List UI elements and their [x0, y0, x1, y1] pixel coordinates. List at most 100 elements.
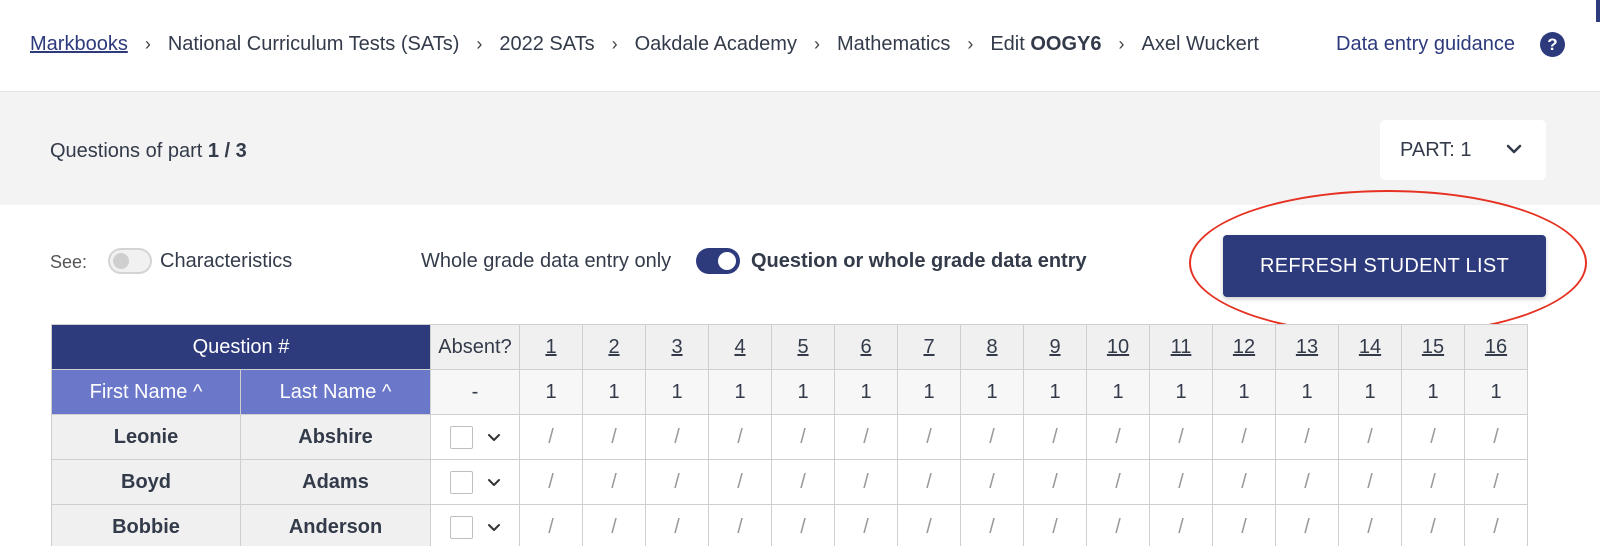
mark-input-cell[interactable]: /	[960, 504, 1024, 546]
mark-input-cell[interactable]: /	[645, 504, 709, 546]
question-number-link[interactable]: 6	[860, 336, 871, 358]
breadcrumb-markbooks-link[interactable]: Markbooks	[30, 33, 128, 56]
absent-checkbox[interactable]	[449, 515, 473, 539]
question-number-link[interactable]: 7	[923, 336, 934, 358]
breadcrumb-item-2022[interactable]: 2022 SATs	[499, 33, 594, 56]
question-header-1[interactable]: 1	[519, 324, 583, 370]
question-number-link[interactable]: 1	[545, 336, 556, 358]
last-name-sort-header[interactable]: Last Name ^	[240, 369, 431, 415]
mark-input-cell[interactable]: /	[1275, 504, 1339, 546]
mark-input-cell[interactable]: /	[1464, 459, 1528, 505]
question-header-2[interactable]: 2	[582, 324, 646, 370]
mark-input-cell[interactable]: /	[1338, 459, 1402, 505]
mark-input-cell[interactable]: /	[708, 414, 772, 460]
mark-input-cell[interactable]: /	[771, 504, 835, 546]
question-header-4[interactable]: 4	[708, 324, 772, 370]
question-header-5[interactable]: 5	[771, 324, 835, 370]
mark-input-cell[interactable]: /	[1212, 459, 1276, 505]
question-number-link[interactable]: 10	[1107, 336, 1129, 358]
data-entry-guidance-link[interactable]: Data entry guidance	[1336, 33, 1515, 56]
part-select[interactable]: PART: 1	[1380, 120, 1546, 180]
mark-input-cell[interactable]: /	[1086, 504, 1150, 546]
breadcrumb-item-edit[interactable]: Edit OOGY6	[990, 33, 1101, 56]
chevron-down-icon[interactable]	[487, 475, 501, 489]
question-number-link[interactable]: 5	[797, 336, 808, 358]
mark-input-cell[interactable]: /	[1338, 414, 1402, 460]
mark-input-cell[interactable]: /	[582, 414, 646, 460]
question-header-16[interactable]: 16	[1464, 324, 1528, 370]
chevron-down-icon[interactable]	[487, 520, 501, 534]
question-number-link[interactable]: 8	[986, 336, 997, 358]
question-header-10[interactable]: 10	[1086, 324, 1150, 370]
mark-input-cell[interactable]: /	[960, 414, 1024, 460]
mark-input-cell[interactable]: /	[582, 504, 646, 546]
mark-input-cell[interactable]: /	[1086, 459, 1150, 505]
mark-input-cell[interactable]: /	[1464, 504, 1528, 546]
mark-input-cell[interactable]: /	[1401, 504, 1465, 546]
question-number-link[interactable]: 14	[1359, 336, 1381, 358]
mark-input-cell[interactable]: /	[582, 459, 646, 505]
mark-input-cell[interactable]: /	[645, 414, 709, 460]
entry-mode-toggle[interactable]	[696, 248, 740, 274]
question-header-3[interactable]: 3	[645, 324, 709, 370]
mark-input-cell[interactable]: /	[834, 414, 898, 460]
mark-input-cell[interactable]: /	[1149, 504, 1213, 546]
help-icon[interactable]: ?	[1540, 32, 1565, 57]
question-header-12[interactable]: 12	[1212, 324, 1276, 370]
question-header-13[interactable]: 13	[1275, 324, 1339, 370]
mark-input-cell[interactable]: /	[1023, 414, 1087, 460]
question-header-8[interactable]: 8	[960, 324, 1024, 370]
breadcrumb-item-sats[interactable]: National Curriculum Tests (SATs)	[168, 33, 460, 56]
mark-input-cell[interactable]: /	[645, 459, 709, 505]
mark-input-cell[interactable]: /	[960, 459, 1024, 505]
mark-input-cell[interactable]: /	[1023, 504, 1087, 546]
mark-input-cell[interactable]: /	[1212, 414, 1276, 460]
question-header-7[interactable]: 7	[897, 324, 961, 370]
question-header-14[interactable]: 14	[1338, 324, 1402, 370]
mark-input-cell[interactable]: /	[1275, 459, 1339, 505]
refresh-student-list-button[interactable]: REFRESH STUDENT LIST	[1223, 235, 1546, 297]
question-header-15[interactable]: 15	[1401, 324, 1465, 370]
mark-input-cell[interactable]: /	[708, 459, 772, 505]
first-name-sort-header[interactable]: First Name ^	[51, 369, 241, 415]
mark-input-cell[interactable]: /	[1401, 459, 1465, 505]
mark-input-cell[interactable]: /	[897, 414, 961, 460]
mark-input-cell[interactable]: /	[771, 459, 835, 505]
chevron-down-icon[interactable]	[487, 430, 501, 444]
question-number-link[interactable]: 16	[1485, 336, 1507, 358]
question-number-link[interactable]: 4	[734, 336, 745, 358]
question-number-link[interactable]: 13	[1296, 336, 1318, 358]
mark-input-cell[interactable]: /	[519, 414, 583, 460]
question-number-link[interactable]: 15	[1422, 336, 1444, 358]
mark-input-cell[interactable]: /	[897, 459, 961, 505]
mark-input-cell[interactable]: /	[1338, 504, 1402, 546]
question-number-link[interactable]: 3	[671, 336, 682, 358]
mark-input-cell[interactable]: /	[1212, 504, 1276, 546]
question-header-6[interactable]: 6	[834, 324, 898, 370]
mark-input-cell[interactable]: /	[771, 414, 835, 460]
mark-input-cell[interactable]: /	[519, 504, 583, 546]
mark-input-cell[interactable]: /	[1401, 414, 1465, 460]
mark-input-cell[interactable]: /	[708, 504, 772, 546]
mark-input-cell[interactable]: /	[1275, 414, 1339, 460]
characteristics-toggle[interactable]	[108, 248, 152, 274]
mark-input-cell[interactable]: /	[834, 504, 898, 546]
mark-input-cell[interactable]: /	[1023, 459, 1087, 505]
question-number-link[interactable]: 2	[608, 336, 619, 358]
question-number-link[interactable]: 11	[1171, 336, 1192, 358]
mark-input-cell[interactable]: /	[1149, 459, 1213, 505]
question-header-11[interactable]: 11	[1149, 324, 1213, 370]
mark-input-cell[interactable]: /	[1464, 414, 1528, 460]
question-header-9[interactable]: 9	[1023, 324, 1087, 370]
mark-input-cell[interactable]: /	[1149, 414, 1213, 460]
mark-input-cell[interactable]: /	[897, 504, 961, 546]
absent-checkbox[interactable]	[449, 470, 473, 494]
question-number-link[interactable]: 9	[1049, 336, 1060, 358]
breadcrumb-item-school[interactable]: Oakdale Academy	[635, 33, 797, 56]
breadcrumb-item-subject[interactable]: Mathematics	[837, 33, 950, 56]
absent-checkbox[interactable]	[449, 425, 473, 449]
question-number-link[interactable]: 12	[1233, 336, 1255, 358]
mark-input-cell[interactable]: /	[834, 459, 898, 505]
mark-input-cell[interactable]: /	[519, 459, 583, 505]
mark-input-cell[interactable]: /	[1086, 414, 1150, 460]
